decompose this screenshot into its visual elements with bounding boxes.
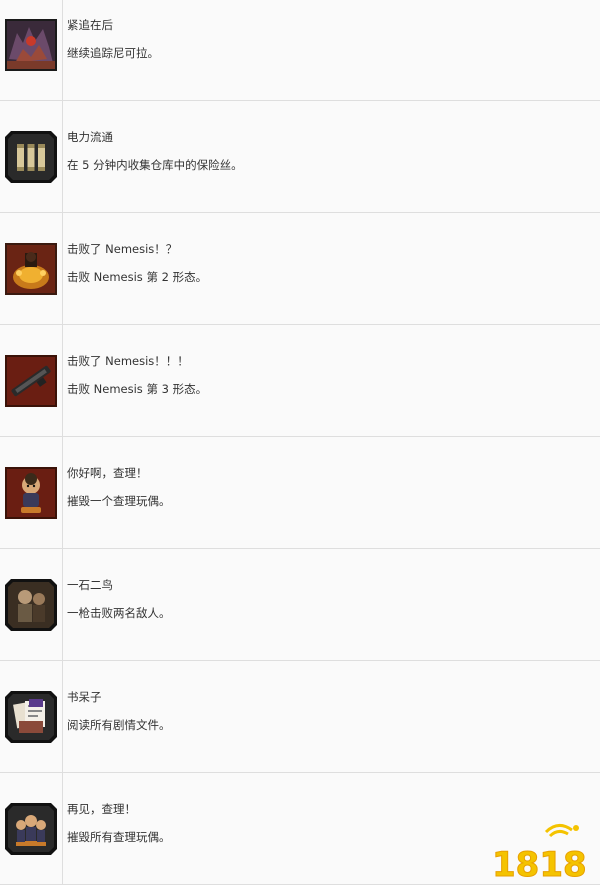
achievement-title: 紧追在后 (67, 18, 113, 32)
icon-cell (0, 661, 63, 772)
icon-cell (0, 549, 63, 660)
text-cell: 你好啊，查理！ 摧毁一个查理玩偶。 (63, 437, 600, 548)
achievement-description: 摧毁一个查理玩偶。 (67, 494, 171, 508)
charlie-doll-icon (5, 466, 57, 519)
table-row: 紧追在后 继续追踪尼可拉。 (0, 0, 600, 101)
table-row: 书呆子 阅读所有剧情文件。 (0, 661, 600, 773)
achievement-title: 电力流通 (67, 130, 113, 144)
text-cell: 紧追在后 继续追踪尼可拉。 (63, 0, 600, 100)
charlie-dolls-icon (5, 802, 57, 855)
table-row: 你好啊，查理！ 摧毁一个查理玩偶。 (0, 437, 600, 549)
table-row: 击败了 Nemesis！？ 击败 Nemesis 第 2 形态。 (0, 213, 600, 325)
achievement-description: 阅读所有剧情文件。 (67, 718, 171, 732)
achievement-description: 在 5 分钟内收集仓库中的保险丝。 (67, 158, 243, 172)
nemesis-form2-icon (5, 242, 57, 295)
achievement-description: 击败 Nemesis 第 2 形态。 (67, 270, 208, 284)
achievement-title: 击败了 Nemesis！！！ (67, 354, 189, 368)
logo-icon: 18183 (492, 824, 586, 884)
text-cell: 击败了 Nemesis！？ 击败 Nemesis 第 2 形态。 (63, 213, 600, 324)
achievement-description: 击败 Nemesis 第 3 形态。 (67, 382, 208, 396)
monster-icon (5, 18, 57, 71)
achievement-table: 紧追在后 继续追踪尼可拉。 电力流通 在 5 分钟内收集仓库中的保险丝。 击败了… (0, 0, 600, 885)
achievement-title: 你好啊，查理！ (67, 466, 148, 480)
icon-cell (0, 213, 63, 324)
icon-cell (0, 101, 63, 212)
table-row: 一石二鸟 一枪击败两名敌人。 (0, 549, 600, 661)
table-row: 击败了 Nemesis！！！ 击败 Nemesis 第 3 形态。 (0, 325, 600, 437)
icon-cell (0, 437, 63, 548)
zombies-icon (5, 578, 57, 631)
watermark-text: 18183 (492, 845, 586, 884)
achievement-description: 继续追踪尼可拉。 (67, 46, 159, 60)
table-row: 电力流通 在 5 分钟内收集仓库中的保险丝。 (0, 101, 600, 213)
documents-icon (5, 690, 57, 743)
achievement-title: 一石二鸟 (67, 578, 113, 592)
icon-cell (0, 0, 63, 100)
icon-cell (0, 325, 63, 436)
achievement-title: 再见，查理！ (67, 802, 136, 816)
achievement-title: 击败了 Nemesis！？ (67, 242, 178, 256)
text-cell: 一石二鸟 一枪击败两名敌人。 (63, 549, 600, 660)
fuse-icon (5, 130, 57, 183)
text-cell: 书呆子 阅读所有剧情文件。 (63, 661, 600, 772)
achievement-title: 书呆子 (67, 690, 102, 704)
achievement-description: 一枪击败两名敌人。 (67, 606, 171, 620)
railgun-icon (5, 354, 57, 407)
icon-cell (0, 773, 63, 884)
text-cell: 电力流通 在 5 分钟内收集仓库中的保险丝。 (63, 101, 600, 212)
text-cell: 击败了 Nemesis！！！ 击败 Nemesis 第 3 形态。 (63, 325, 600, 436)
